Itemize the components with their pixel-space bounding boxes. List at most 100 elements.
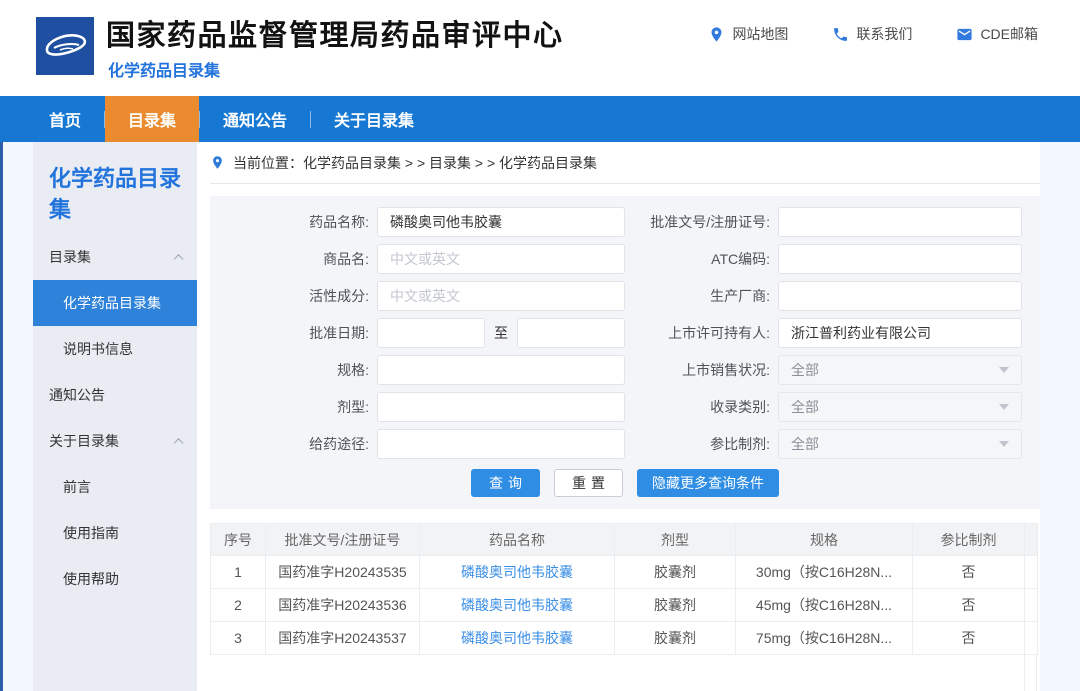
results-table: 序号批准文号/注册证号药品名称剂型规格参比制剂 1国药准字H20243535磷酸… bbox=[210, 523, 1038, 655]
contact-link-label: 联系我们 bbox=[856, 24, 912, 44]
dosage-form-input[interactable] bbox=[377, 392, 625, 422]
content-layout: 化学药品目录集 目录集化学药品目录集说明书信息通知公告关于目录集前言使用指南使用… bbox=[0, 142, 1080, 691]
main-nav: 首页目录集通知公告关于目录集 bbox=[0, 96, 1080, 142]
date-range-separator: 至 bbox=[485, 323, 517, 343]
page: 国家药品监督管理局药品审评中心 化学药品目录集 网站地图 联系我们 CDE邮箱 bbox=[0, 0, 1080, 691]
sidebar-item-about-catalog-group[interactable]: 关于目录集 bbox=[33, 418, 197, 464]
left-edge-strip bbox=[0, 142, 3, 691]
results-table-wrap: 序号批准文号/注册证号药品名称剂型规格参比制剂 1国药准字H20243535磷酸… bbox=[210, 523, 1037, 691]
search-form-right-column: 批准文号/注册证号: ATC编码: 生产厂商: 上市许可持有人: 上市销售状况: 全部收录… bbox=[625, 207, 1022, 466]
mail-icon bbox=[956, 26, 973, 43]
reference-preparation-select[interactable]: 全部 bbox=[778, 429, 1022, 459]
nav-item-catalog[interactable]: 目录集 bbox=[105, 96, 199, 142]
cde-mail-link-label: CDE邮箱 bbox=[980, 24, 1038, 44]
table-cell: 2 bbox=[211, 589, 266, 622]
sidebar-item-catalog-group[interactable]: 目录集 bbox=[33, 234, 197, 280]
drug-name-link[interactable]: 磷酸奥司他韦胶囊 bbox=[461, 630, 573, 646]
marketing-status-select-value: 全部 bbox=[791, 360, 819, 380]
approval-number-label: 批准文号/注册证号: bbox=[625, 212, 778, 232]
hide-more-conditions-button[interactable]: 隐藏更多查询条件 bbox=[637, 469, 779, 497]
inclusion-category-label: 收录类别: bbox=[625, 397, 778, 417]
table-cell: 国药准字H20243536 bbox=[266, 589, 420, 622]
sidebar-item-label: 使用指南 bbox=[63, 523, 119, 543]
form-row-approval-number: 批准文号/注册证号: bbox=[625, 207, 1022, 237]
drug-name-link[interactable]: 磷酸奥司他韦胶囊 bbox=[461, 564, 573, 580]
search-form-buttons: 查询重置隐藏更多查询条件 bbox=[210, 469, 1040, 497]
drug-name-link[interactable]: 磷酸奥司他韦胶囊 bbox=[461, 597, 573, 613]
sitemap-link-label: 网站地图 bbox=[732, 24, 788, 44]
marketing-status-label: 上市销售状况: bbox=[625, 360, 778, 380]
table-cell: 磷酸奥司他韦胶囊 bbox=[420, 556, 615, 589]
form-row-active-ingredient: 活性成分: bbox=[210, 281, 625, 311]
approval-date-from-input[interactable] bbox=[377, 318, 485, 348]
main-content: 当前位置：化学药品目录集 > > 目录集 > > 化学药品目录集 药品名称:商品… bbox=[197, 142, 1040, 691]
table-cell: 国药准字H20243537 bbox=[266, 622, 420, 655]
administration-route-label: 给药途径: bbox=[210, 434, 377, 454]
manufacturer-label: 生产厂商: bbox=[625, 286, 778, 306]
table-cell: 否 bbox=[913, 589, 1025, 622]
sidebar-item-user-guide[interactable]: 使用指南 bbox=[33, 510, 197, 556]
sidebar-item-notice-announcement[interactable]: 通知公告 bbox=[33, 372, 197, 418]
sidebar-item-user-help[interactable]: 使用帮助 bbox=[33, 556, 197, 602]
administration-route-input[interactable] bbox=[377, 429, 625, 459]
column-header-1: 批准文号/注册证号 bbox=[266, 524, 420, 556]
form-row-drug-name: 药品名称: bbox=[210, 207, 625, 237]
breadcrumb-text: 当前位置：化学药品目录集 > > 目录集 > > 化学药品目录集 bbox=[233, 153, 597, 173]
drug-name-input[interactable] bbox=[377, 207, 625, 237]
reset-button[interactable]: 重置 bbox=[554, 469, 623, 497]
table-cell-ghost bbox=[1025, 589, 1038, 622]
trade-name-input[interactable] bbox=[377, 244, 625, 274]
sidebar-item-package-insert-info[interactable]: 说明书信息 bbox=[33, 326, 197, 372]
atc-code-input[interactable] bbox=[778, 244, 1022, 274]
approval-date-to-input[interactable] bbox=[517, 318, 625, 348]
sitemap-link[interactable]: 网站地图 bbox=[708, 24, 788, 44]
inclusion-category-select-value: 全部 bbox=[791, 397, 819, 417]
active-ingredient-input[interactable] bbox=[377, 281, 625, 311]
sidebar-item-foreword[interactable]: 前言 bbox=[33, 464, 197, 510]
sidebar-item-chemical-drug-catalog[interactable]: 化学药品目录集 bbox=[33, 280, 197, 326]
chevron-up-icon bbox=[174, 438, 184, 448]
nav-item-about-catalog[interactable]: 关于目录集 bbox=[311, 96, 437, 142]
drug-name-label: 药品名称: bbox=[210, 212, 377, 232]
site-title: 国家药品监督管理局药品审评中心 bbox=[106, 12, 564, 54]
marketing-authorization-holder-input[interactable] bbox=[778, 318, 1022, 348]
inclusion-category-select[interactable]: 全部 bbox=[778, 392, 1022, 422]
nav-item-notices[interactable]: 通知公告 bbox=[200, 96, 310, 142]
location-pin-icon bbox=[708, 26, 725, 43]
marketing-status-select[interactable]: 全部 bbox=[778, 355, 1022, 385]
table-row-1: 1国药准字H20243535磷酸奥司他韦胶囊胶囊剂30mg（按C16H28N..… bbox=[211, 556, 1038, 589]
chevron-up-icon bbox=[174, 254, 184, 264]
contact-link[interactable]: 联系我们 bbox=[832, 24, 912, 44]
table-cell: 否 bbox=[913, 622, 1025, 655]
search-button[interactable]: 查询 bbox=[471, 469, 540, 497]
form-row-dosage-form: 剂型: bbox=[210, 392, 625, 422]
approval-number-input[interactable] bbox=[778, 207, 1022, 237]
specification-input[interactable] bbox=[377, 355, 625, 385]
form-row-approval-date: 批准日期:至 bbox=[210, 318, 625, 348]
sidebar-title: 化学药品目录集 bbox=[49, 164, 183, 226]
cde-mail-link[interactable]: CDE邮箱 bbox=[956, 24, 1038, 44]
sidebar-item-label: 化学药品目录集 bbox=[63, 293, 161, 313]
column-header-2: 药品名称 bbox=[420, 524, 615, 556]
approval-date-range: 至 bbox=[377, 318, 625, 348]
table-cell: 1 bbox=[211, 556, 266, 589]
table-row-2: 2国药准字H20243536磷酸奥司他韦胶囊胶囊剂45mg（按C16H28N..… bbox=[211, 589, 1038, 622]
search-form-left-column: 药品名称:商品名:活性成分:批准日期:至规格:剂型:给药途径: bbox=[210, 207, 625, 466]
phone-icon bbox=[832, 26, 849, 43]
table-cell: 3 bbox=[211, 622, 266, 655]
nav-item-home[interactable]: 首页 bbox=[26, 96, 104, 142]
sidebar-menu: 目录集化学药品目录集说明书信息通知公告关于目录集前言使用指南使用帮助 bbox=[33, 234, 197, 602]
form-row-atc-code: ATC编码: bbox=[625, 244, 1022, 274]
form-row-reference-preparation: 参比制剂:全部 bbox=[625, 429, 1022, 459]
manufacturer-input[interactable] bbox=[778, 281, 1022, 311]
specification-label: 规格: bbox=[210, 360, 377, 380]
table-cell: 胶囊剂 bbox=[615, 556, 736, 589]
table-row-3: 3国药准字H20243537磷酸奥司他韦胶囊胶囊剂75mg（按C16H28N..… bbox=[211, 622, 1038, 655]
table-cell: 胶囊剂 bbox=[615, 589, 736, 622]
table-cell: 磷酸奥司他韦胶囊 bbox=[420, 589, 615, 622]
sidebar: 化学药品目录集 目录集化学药品目录集说明书信息通知公告关于目录集前言使用指南使用… bbox=[33, 142, 197, 691]
caret-down-icon bbox=[999, 367, 1009, 373]
form-row-marketing-authorization-holder: 上市许可持有人: bbox=[625, 318, 1022, 348]
table-cell: 75mg（按C16H28N... bbox=[736, 622, 913, 655]
sidebar-item-label: 通知公告 bbox=[49, 385, 105, 405]
